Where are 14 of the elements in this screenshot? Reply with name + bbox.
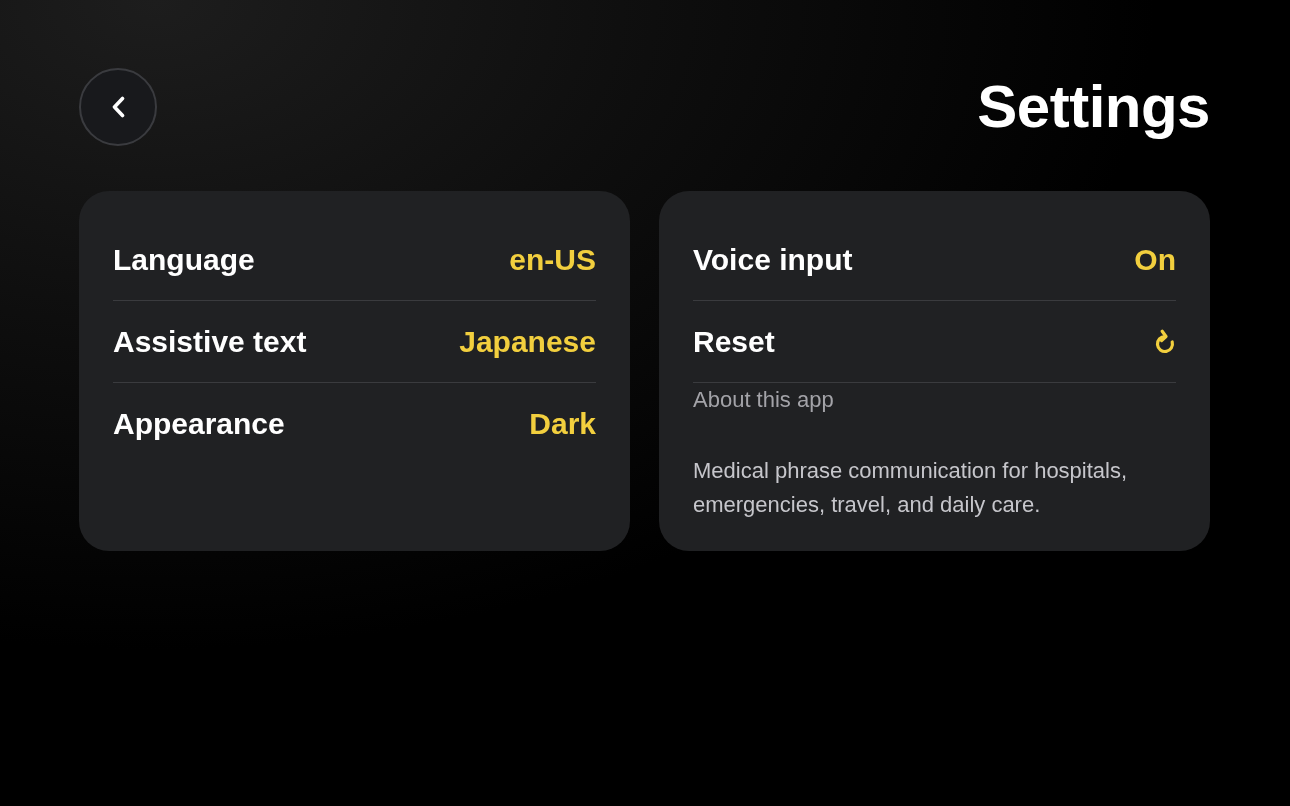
setting-value: On xyxy=(1134,241,1176,278)
setting-value: en-US xyxy=(509,241,596,278)
refresh-icon[interactable] xyxy=(1154,328,1176,355)
setting-value: Japanese xyxy=(459,323,596,360)
setting-value: Dark xyxy=(529,406,596,442)
app-description: Medical phrase communication for hospitals, emergencies, travel, and daily care. xyxy=(693,457,1129,519)
chevron-left-icon xyxy=(111,96,125,118)
page-title: Settings xyxy=(977,77,1210,137)
setting-label: Assistive text xyxy=(113,323,307,360)
setting-label: Appearance xyxy=(113,406,285,442)
setting-label: Voice input xyxy=(693,241,853,278)
setting-label: Reset xyxy=(693,323,775,360)
section-heading: About this app xyxy=(693,386,835,414)
setting-label: Language xyxy=(113,241,255,278)
